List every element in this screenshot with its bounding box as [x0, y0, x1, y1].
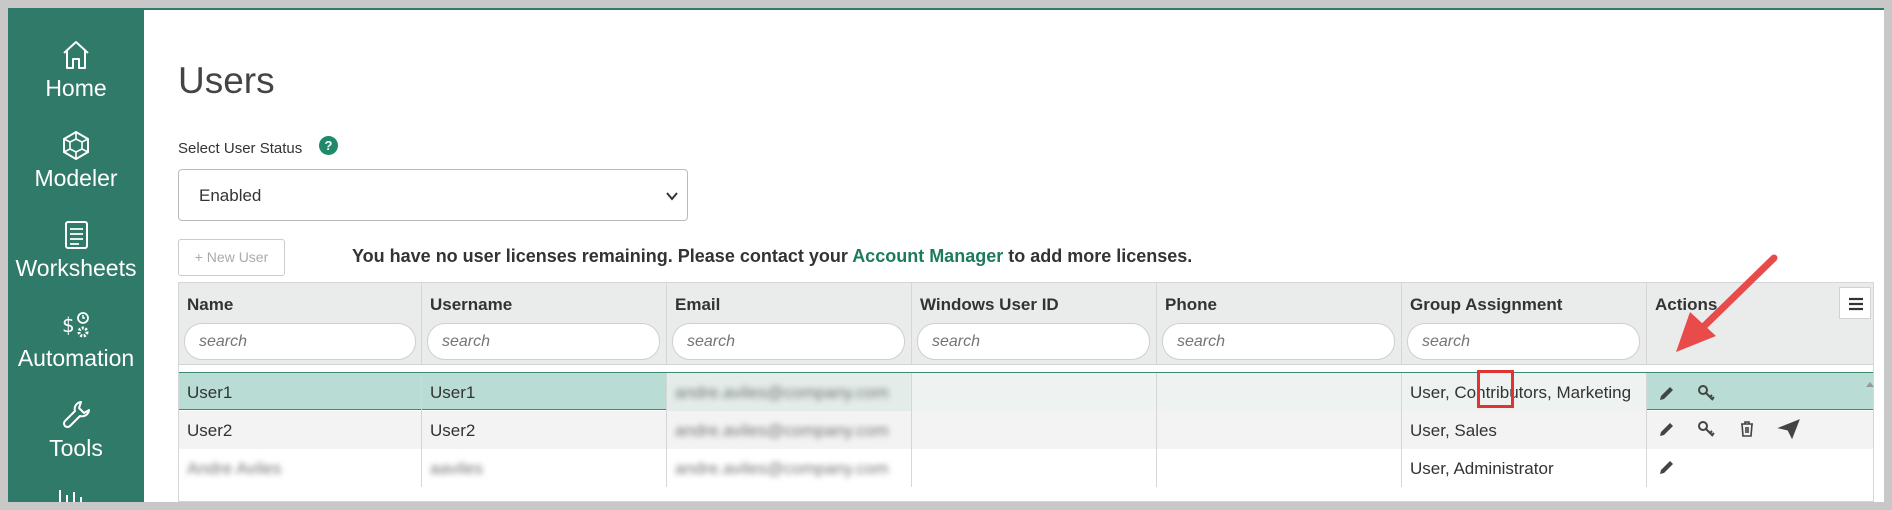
cell-windows-id — [912, 411, 1157, 449]
column-header-windows-user-id: Windows User ID — [912, 283, 1157, 365]
chart-icon[interactable] — [56, 488, 92, 502]
sidebar-item-worksheets[interactable]: Worksheets — [8, 218, 144, 282]
column-title: Name — [187, 295, 234, 314]
column-header-username: Username — [422, 283, 667, 365]
sidebar-item-label: Automation — [17, 345, 135, 371]
user-status-value: Enabled — [199, 186, 262, 205]
cell-text: Andre Aviles — [187, 459, 282, 478]
dollar-gear-icon: $ — [62, 312, 89, 338]
cell-groups: User, Administrator — [1402, 449, 1647, 487]
cell-email: andre.aviles@company.com — [667, 411, 912, 449]
license-message-text-end: to add more licenses. — [1003, 246, 1193, 266]
scroll-up-icon[interactable] — [1864, 378, 1876, 390]
phone-search-input[interactable] — [1162, 323, 1395, 360]
sidebar-item-label: Worksheets — [15, 255, 137, 281]
column-title: Phone — [1165, 295, 1217, 314]
home-icon — [63, 41, 89, 69]
cell-actions — [1647, 449, 1873, 487]
table-row[interactable]: User2 User2 andre.aviles@company.com Use… — [179, 411, 1873, 449]
cell-text: User1 — [430, 383, 476, 402]
app-window: Home Modeler Worksheets $ Automation Too… — [8, 8, 1884, 502]
cell-text: aaviles — [430, 459, 483, 478]
cell-text: User, Administrator — [1410, 459, 1554, 478]
column-title: Group Assignment — [1410, 295, 1563, 314]
chevron-down-icon — [666, 192, 678, 201]
annotation-highlight-box — [1477, 370, 1514, 408]
cube-network-icon — [63, 130, 89, 161]
wrench-icon — [62, 401, 90, 429]
sidebar-item-tools[interactable]: Tools — [8, 398, 144, 462]
cell-email: andre.aviles@company.com — [667, 449, 912, 487]
window-top-border — [8, 8, 1884, 10]
svg-text:$: $ — [62, 313, 75, 337]
cell-groups: User, Contributors, Marketing — [1402, 373, 1647, 411]
column-title: Email — [675, 295, 721, 314]
cell-name: Andre Aviles — [179, 449, 422, 487]
users-grid: Name Username Email Windows User ID Phon… — [178, 282, 1874, 502]
sidebar-item-automation[interactable]: $ Automation — [8, 308, 144, 372]
username-search-input[interactable] — [427, 323, 660, 360]
column-header-phone: Phone — [1157, 283, 1402, 365]
sidebar-item-label: Tools — [49, 435, 103, 461]
column-menu-icon[interactable] — [1839, 287, 1871, 319]
cell-text: andre.aviles@company.com — [675, 459, 889, 478]
cell-text: User2 — [430, 421, 476, 440]
key-icon[interactable] — [1697, 383, 1717, 403]
table-row[interactable]: User1 User1 andre.aviles@company.com Use… — [179, 372, 1873, 411]
cell-text: andre.aviles@company.com — [675, 421, 889, 440]
new-user-button[interactable]: + New User — [178, 239, 285, 276]
annotation-arrow-icon — [1676, 254, 1778, 352]
grid-header: Name Username Email Windows User ID Phon… — [179, 283, 1873, 365]
cell-username: User1 — [422, 373, 667, 411]
cell-text: User, Sales — [1410, 421, 1497, 440]
table-row[interactable]: Andre Aviles aaviles andre.aviles@compan… — [179, 449, 1873, 487]
help-icon[interactable]: ? — [319, 136, 338, 155]
name-search-input[interactable] — [184, 323, 416, 360]
cell-text: andre.aviles@company.com — [675, 383, 889, 402]
cell-actions — [1647, 411, 1873, 449]
group-search-input[interactable] — [1407, 323, 1640, 360]
worksheet-icon — [65, 221, 88, 249]
edit-icon[interactable] — [1657, 383, 1677, 403]
cell-email: andre.aviles@company.com — [667, 373, 912, 411]
sidebar-item-modeler[interactable]: Modeler — [8, 128, 144, 192]
edit-icon[interactable] — [1657, 457, 1677, 477]
windows-id-search-input[interactable] — [917, 323, 1150, 360]
column-header-name: Name — [179, 283, 422, 365]
cell-text: User2 — [187, 421, 233, 440]
column-title: Username — [430, 295, 513, 314]
column-header-group-assignment: Group Assignment — [1402, 283, 1647, 365]
sidebar-item-label: Modeler — [34, 165, 118, 191]
license-message: You have no user licenses remaining. Ple… — [352, 246, 1192, 267]
edit-icon[interactable] — [1657, 419, 1677, 439]
sidebar-item-label: Home — [45, 75, 107, 101]
cell-phone — [1157, 411, 1402, 449]
status-filter-label: Select User Status — [178, 140, 303, 157]
user-status-select[interactable]: Enabled — [178, 169, 688, 221]
column-header-email: Email — [667, 283, 912, 365]
cell-phone — [1157, 373, 1402, 411]
cell-groups: User, Sales — [1402, 411, 1647, 449]
email-search-input[interactable] — [672, 323, 905, 360]
trash-icon[interactable] — [1737, 419, 1757, 439]
cell-actions — [1647, 373, 1873, 411]
account-manager-link[interactable]: Account Manager — [852, 246, 1003, 266]
column-title: Windows User ID — [920, 295, 1059, 314]
cell-username: User2 — [422, 411, 667, 449]
cell-username: aaviles — [422, 449, 667, 487]
cell-windows-id — [912, 449, 1157, 487]
send-icon[interactable] — [1777, 417, 1801, 441]
cell-text: User, Contributors, Marketing — [1410, 383, 1632, 402]
cell-name: User2 — [179, 411, 422, 449]
cell-text: User1 — [187, 383, 233, 402]
license-message-text: You have no user licenses remaining. Ple… — [352, 246, 853, 266]
sidebar: Home Modeler Worksheets $ Automation Too… — [8, 8, 144, 502]
key-icon[interactable] — [1697, 419, 1717, 439]
page-title: Users — [178, 60, 275, 101]
sidebar-item-home[interactable]: Home — [8, 38, 144, 102]
cell-phone — [1157, 449, 1402, 487]
cell-name: User1 — [179, 373, 422, 411]
cell-windows-id — [912, 373, 1157, 411]
hamburger-icon — [1849, 297, 1863, 311]
